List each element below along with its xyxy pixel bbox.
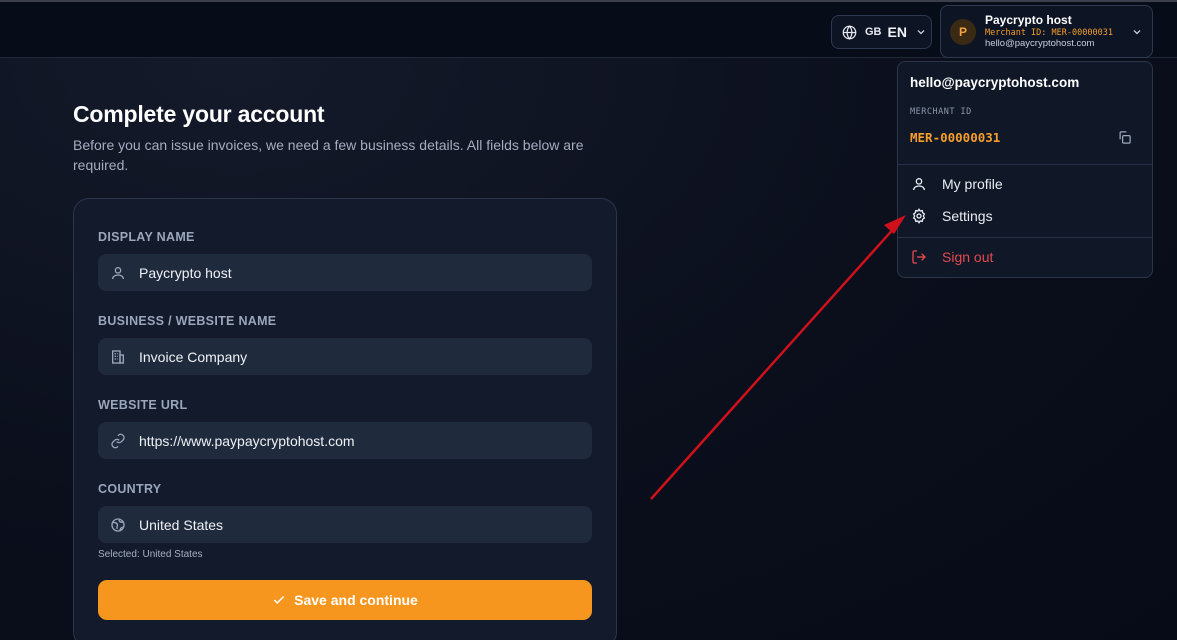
avatar: P [950, 18, 976, 45]
merchant-id-value: MER-00000031 [910, 130, 1001, 145]
business-name-label: BUSINESS / WEBSITE NAME [98, 314, 277, 328]
merchant-id-label: MERCHANT ID [910, 107, 972, 117]
menu-item-my-profile[interactable]: My profile [898, 169, 1152, 199]
website-url-value: https://www.paypaycryptohost.com [139, 432, 355, 449]
globe-icon [110, 517, 126, 533]
user-icon [911, 176, 927, 192]
save-and-continue-button[interactable]: Save and continue [98, 580, 592, 620]
country-label: COUNTRY [98, 482, 162, 496]
account-merchant-id: Merchant ID: MER-00000031 [985, 27, 1113, 38]
globe-icon [842, 24, 857, 40]
business-name-input[interactable]: Invoice Company [98, 338, 592, 375]
display-name-label: DISPLAY NAME [98, 230, 195, 244]
save-button-label: Save and continue [294, 592, 418, 608]
account-menu-button[interactable]: P Paycrypto host Merchant ID: MER-000000… [940, 5, 1153, 58]
menu-divider [898, 164, 1152, 165]
copy-icon[interactable] [1117, 130, 1132, 150]
website-url-label: WEBSITE URL [98, 398, 188, 412]
top-bar: GB EN P Paycrypto host Merchant ID: MER-… [0, 0, 1177, 58]
sign-out-icon [911, 249, 927, 265]
user-icon [110, 265, 126, 281]
menu-divider [898, 237, 1152, 238]
display-name-value: Paycrypto host [139, 264, 232, 281]
chevron-down-icon [1131, 25, 1143, 43]
page-subtitle: Before you can issue invoices, we need a… [73, 137, 584, 173]
menu-email: hello@paycryptohost.com [910, 75, 1080, 90]
website-url-input[interactable]: https://www.paypaycryptohost.com [98, 422, 592, 459]
link-icon [110, 433, 126, 449]
language-flag: GB [865, 26, 882, 38]
account-email: hello@paycryptohost.com [985, 38, 1095, 50]
menu-item-label: Settings [942, 208, 993, 224]
building-icon [110, 349, 126, 365]
menu-item-settings[interactable]: Settings [898, 201, 1152, 231]
display-name-input[interactable]: Paycrypto host [98, 254, 592, 291]
account-dropdown-menu: hello@paycryptohost.com MERCHANT ID MER-… [897, 61, 1153, 278]
language-code: EN [887, 24, 907, 40]
language-selector[interactable]: GB EN [831, 15, 932, 49]
country-selected-note: Selected: United States [98, 549, 203, 560]
page-title: Complete your account [73, 101, 325, 127]
business-name-value: Invoice Company [139, 348, 248, 365]
menu-item-label: My profile [942, 176, 1003, 192]
country-select[interactable]: United States [98, 506, 592, 543]
gear-icon [911, 208, 927, 224]
menu-item-label: Sign out [942, 249, 994, 265]
menu-item-sign-out[interactable]: Sign out [898, 242, 1152, 272]
chevron-down-icon [915, 26, 927, 38]
account-name: Paycrypto host [985, 12, 1072, 27]
check-icon [272, 593, 286, 607]
country-value: United States [139, 516, 224, 533]
